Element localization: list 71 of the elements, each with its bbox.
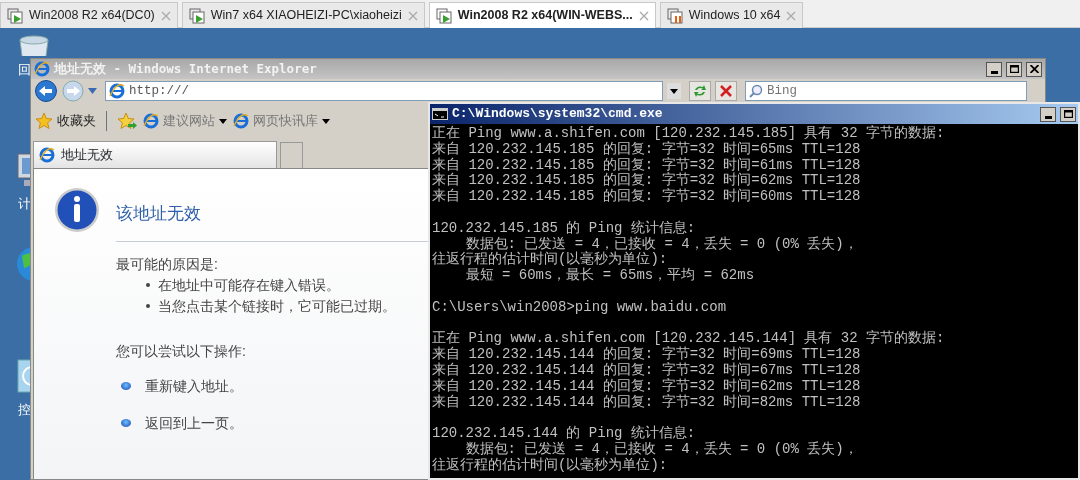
console-line: 来自 120.232.145.144 的回复: 字节=32 时间=69ms TTL=128 (432, 347, 862, 363)
dropdown-arrow-icon[interactable] (88, 88, 97, 94)
minimize-icon (990, 70, 998, 74)
console-line: 来自 120.232.145.144 的回复: 字节=32 时间=67ms TTL=128 (432, 362, 862, 378)
console-line: 来自 120.232.145.185 的回复: 字节=32 时间=60ms TTL=128 (432, 189, 862, 205)
browser-logo-icon (34, 61, 50, 77)
console-line: 往返行程的估计时间(以毫秒为单位): (432, 252, 669, 268)
window-title: 地址无效 - Windows Internet Explorer (54, 59, 318, 78)
dropdown-button[interactable] (667, 83, 681, 99)
bullet-icon (121, 419, 131, 427)
browser-logo-icon (233, 113, 249, 129)
console-line: C:\Users\win2008>ping www.baidu.com (432, 299, 728, 316)
console-line: 最短 = 60ms，最长 = 65ms，平均 = 62ms (464, 268, 756, 284)
browser-logo-icon (39, 147, 55, 163)
console-line: 120.232.145.144 的 Ping 统计信息: (432, 426, 697, 442)
causes-title: 最可能的原因是: (116, 254, 218, 274)
console-line: 正在 Ping www.a.shifen.com [120.232.145.185] 具有 32 字节的数据: (432, 126, 946, 141)
star-icon (35, 112, 53, 130)
browser-logo-icon (109, 83, 125, 99)
maximize-button[interactable] (1060, 106, 1076, 122)
desktop-icon-label[interactable]: 回 (14, 60, 31, 80)
minimize-icon (1044, 115, 1052, 119)
refresh-button[interactable] (689, 81, 711, 101)
maximize-icon (1063, 110, 1073, 118)
close-button[interactable] (1026, 61, 1042, 77)
minimize-button[interactable] (1040, 106, 1056, 122)
maximize-icon (1009, 65, 1019, 73)
vm-tab[interactable]: Windows 10 x64 (659, 2, 804, 28)
browser-tab[interactable]: 地址无效 (33, 141, 277, 168)
control-icon[interactable] (14, 356, 30, 396)
browser-logo-icon (143, 113, 159, 129)
console-icon (432, 108, 448, 120)
actions-title: 您可以尝试以下操作: (116, 341, 246, 361)
bullet-icon (121, 382, 131, 390)
console-line: 来自 120.232.145.185 的回复: 字节=32 时间=61ms TTL=128 (432, 157, 862, 173)
info-icon (54, 187, 100, 233)
vm-tab[interactable]: Win7 x64 XIAOHEIZI-PC\xiaoheizi (181, 2, 425, 28)
vm-tab[interactable]: Win2008 R2 x64(DC0) (0, 2, 178, 28)
caret-icon (219, 118, 227, 124)
list-item: 当您点击某个链接时，它可能已过期。 (158, 296, 396, 316)
search-icon (749, 84, 763, 98)
close-icon[interactable] (638, 10, 649, 21)
stop-button[interactable] (715, 81, 737, 101)
window-title: C:\Windows\system32\cmd.exe (452, 105, 664, 124)
bullet-icon (146, 304, 150, 308)
close-icon (1029, 65, 1039, 73)
console-line: 数据包: 已发送 = 4，已接收 = 4，丢失 = 0 (0% 丢失)， (464, 236, 859, 252)
console-line: 来自 120.232.145.185 的回复: 字节=32 时间=62ms TTL=128 (432, 173, 862, 189)
bullet-icon (146, 283, 150, 287)
action-link[interactable]: 重新键入地址。 (145, 375, 243, 397)
maximize-button[interactable] (1006, 61, 1022, 77)
action-link[interactable]: 返回到上一页。 (145, 412, 243, 434)
console-line: 来自 120.232.145.144 的回复: 字节=32 时间=82ms TTL=128 (432, 394, 862, 411)
refresh-icon (693, 84, 707, 98)
list-item: 在地址中可能存在键入错误。 (158, 275, 340, 295)
console-line: 正在 Ping www.a.shifen.com [120.232.145.144] 具有 32 字节的数据: (432, 331, 946, 347)
console-line: 120.232.145.185 的 Ping 统计信息: (432, 220, 697, 236)
stop-icon (720, 85, 732, 97)
console-line: 来自 120.232.145.185 的回复: 字节=32 时间=65ms TTL=128 (432, 141, 862, 157)
add-favorite-icon[interactable] (117, 112, 137, 130)
console-line: 往返行程的估计时间(以毫秒为单位): (432, 457, 669, 474)
desktop-icon-label[interactable]: 计 (14, 194, 31, 214)
back-button[interactable] (34, 80, 58, 102)
favorites-button[interactable]: 收藏夹 (35, 111, 96, 131)
console-line: 来自 120.232.145.144 的回复: 字节=32 时间=62ms TTL=128 (432, 378, 862, 394)
vm-tab[interactable]: Win2008 R2 x64(WIN-WEBS... (428, 2, 656, 28)
desktop-icon-label[interactable]: 控 (14, 400, 31, 420)
caret-icon (322, 118, 330, 124)
minimize-button[interactable] (986, 61, 1002, 77)
page-heading: 该地址无效 (116, 203, 201, 225)
console-line: 数据包: 已发送 = 4，已接收 = 4，丢失 = 0 (0% 丢失)， (464, 441, 859, 457)
